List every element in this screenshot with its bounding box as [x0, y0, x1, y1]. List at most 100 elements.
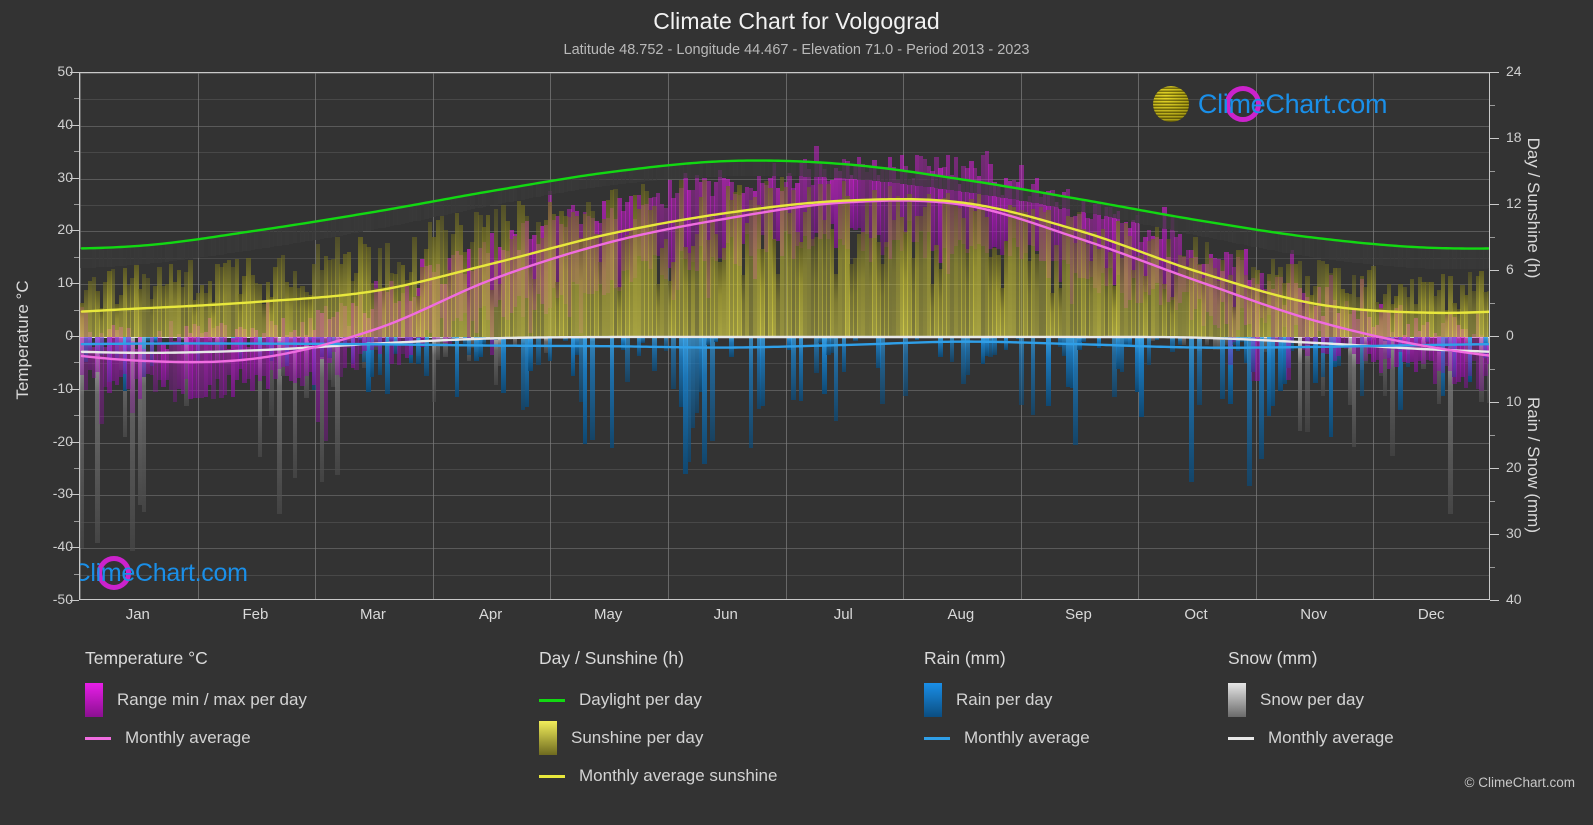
y-axis-left-tick: 40	[57, 115, 73, 132]
axis-tick-mark	[1490, 138, 1499, 139]
axis-tick-mark	[70, 388, 79, 390]
legend-group: Day / Sunshine (h) Daylight per day Sunshi…	[539, 648, 777, 795]
y-axis-right-top-tick: 24	[1506, 63, 1522, 79]
axis-tick-mark	[1490, 171, 1495, 172]
legend-item[interactable]: Snow per day	[1228, 681, 1394, 719]
x-axis-month-label: Nov	[1300, 606, 1327, 623]
watermark-logo-bottom: ClimeChart.com	[80, 556, 348, 590]
axis-tick-mark	[70, 494, 79, 496]
legend-item-label: Snow per day	[1260, 690, 1364, 709]
axis-tick-mark	[1490, 270, 1499, 271]
legend-group: Rain (mm) Rain per day Monthly average	[924, 648, 1090, 757]
page-title: Climate Chart for Volgograd	[653, 8, 940, 34]
y-axis-right-top-tick: 0	[1506, 327, 1514, 343]
logo-sphere-icon	[1152, 86, 1189, 122]
legend-item[interactable]: Monthly average	[924, 719, 1090, 757]
legend-item[interactable]: Monthly average	[85, 719, 307, 757]
legend-item-label: Rain per day	[956, 690, 1053, 709]
y-axis-right-bottom-tick: 10	[1506, 393, 1522, 409]
x-axis-month-label: Apr	[478, 606, 503, 623]
y-axis-left-tick: 0	[65, 327, 73, 343]
legend-group: Temperature °C Range min / max per day Mon…	[85, 648, 307, 757]
axis-tick-mark	[70, 177, 79, 179]
y-axis-right-bottom-tick: 20	[1506, 459, 1522, 475]
climate-chart-page: Climate Chart for Volgograd Latitude 48.…	[0, 0, 1593, 825]
x-axis-month-label: Aug	[947, 606, 975, 623]
logo-text: ClimeChart.com	[79, 558, 248, 587]
x-axis-month-label: Dec	[1417, 606, 1445, 623]
series-lines-layer	[80, 159, 1489, 364]
axis-tick-mark	[70, 336, 79, 337]
legend-swatch-line	[539, 698, 565, 702]
watermark-logo-top: ClimeChart.com	[1152, 86, 1489, 122]
axis-tick-mark	[1490, 105, 1495, 106]
y-axis-left-tick: -30	[52, 485, 73, 502]
axis-tick-mark	[1490, 435, 1495, 436]
axis-tick-mark	[1490, 336, 1499, 337]
axis-tick-mark	[70, 72, 79, 73]
legend-item-label: Monthly average	[1268, 728, 1394, 747]
legend-item-label: Range min / max per day	[117, 690, 307, 709]
legend-group-title: Day / Sunshine (h)	[539, 648, 684, 668]
legend-swatch-line	[1228, 736, 1254, 740]
y-axis-right-bottom-tick: 30	[1506, 525, 1522, 541]
x-axis-month-label: Jun	[713, 606, 738, 623]
y-axis-left-tick: -20	[52, 432, 73, 449]
series-line-monthly-average-sunshine	[80, 197, 1489, 315]
y-axis-left-tick: -10	[52, 379, 73, 396]
x-axis-month-label: Jan	[125, 606, 150, 623]
axis-tick-mark	[70, 441, 79, 443]
x-axis-month-label: Mar	[360, 606, 386, 623]
axis-tick-mark	[1490, 534, 1499, 535]
y-axis-right-bottom-tick: 40	[1506, 591, 1522, 607]
legend-swatch-line	[924, 736, 950, 740]
axis-tick-mark	[1490, 237, 1495, 238]
legend-group-title: Rain (mm)	[924, 648, 1006, 668]
axis-tick-mark	[1490, 402, 1499, 403]
x-axis-month-label: May	[593, 606, 623, 623]
axis-tick-mark	[1490, 204, 1499, 205]
series-line-monthly-average-rain	[80, 340, 1489, 349]
y-axis-left-tick: -40	[52, 538, 73, 555]
axis-tick-mark	[1490, 501, 1495, 502]
legend-swatch-box	[85, 683, 103, 717]
y-axis-left-tick: 30	[57, 168, 73, 185]
axis-tick-mark	[1490, 369, 1495, 370]
legend-swatch-box	[924, 683, 942, 717]
x-axis-month-label: Sep	[1065, 606, 1092, 623]
legend-swatch-box	[1228, 683, 1246, 717]
y-axis-right-top-tick: 12	[1506, 195, 1522, 211]
legend-item[interactable]: Range min / max per day	[85, 681, 307, 719]
axis-tick-mark	[70, 283, 79, 285]
legend-swatch-line	[85, 736, 111, 740]
axis-tick-mark	[70, 547, 79, 549]
logo-text: ClimeChart.com	[1197, 88, 1388, 119]
chart-legend: Temperature °C Range min / max per day Mon…	[0, 648, 1593, 825]
legend-group: Snow (mm) Snow per day Monthly average	[1228, 648, 1394, 757]
y-axis-right-top-tick: 6	[1506, 261, 1514, 277]
x-axis-month-label: Oct	[1184, 606, 1208, 623]
y-axis-left-tick: 20	[57, 221, 73, 238]
copyright-text: © ClimeChart.com	[1464, 775, 1575, 790]
y-axis-right-top-tick: 18	[1506, 129, 1522, 145]
legend-item[interactable]: Rain per day	[924, 681, 1090, 719]
legend-swatch-box	[539, 721, 557, 755]
axis-tick-mark	[70, 230, 79, 232]
axis-tick-mark	[1490, 600, 1499, 601]
x-axis-month-label: Jul	[833, 606, 853, 623]
axis-tick-mark	[1490, 303, 1495, 304]
axis-tick-mark	[1490, 567, 1495, 568]
y-axis-left-tick: 50	[57, 63, 73, 79]
legend-item[interactable]: Daylight per day	[539, 681, 777, 719]
plot-area: ClimeChart.com ClimeChart.com	[79, 72, 1490, 600]
y-axis-left-tick: 10	[57, 274, 73, 291]
axis-tick-mark	[70, 124, 79, 126]
legend-item-label: Monthly average	[125, 728, 251, 747]
legend-group-title: Snow (mm)	[1228, 648, 1318, 668]
legend-item[interactable]: Sunshine per day	[539, 719, 777, 757]
legend-item[interactable]: Monthly average sunshine	[539, 757, 777, 795]
legend-item-label: Daylight per day	[579, 690, 702, 709]
legend-item-label: Sunshine per day	[571, 728, 704, 747]
legend-item[interactable]: Monthly average	[1228, 719, 1394, 757]
legend-item-label: Monthly average sunshine	[579, 766, 778, 785]
